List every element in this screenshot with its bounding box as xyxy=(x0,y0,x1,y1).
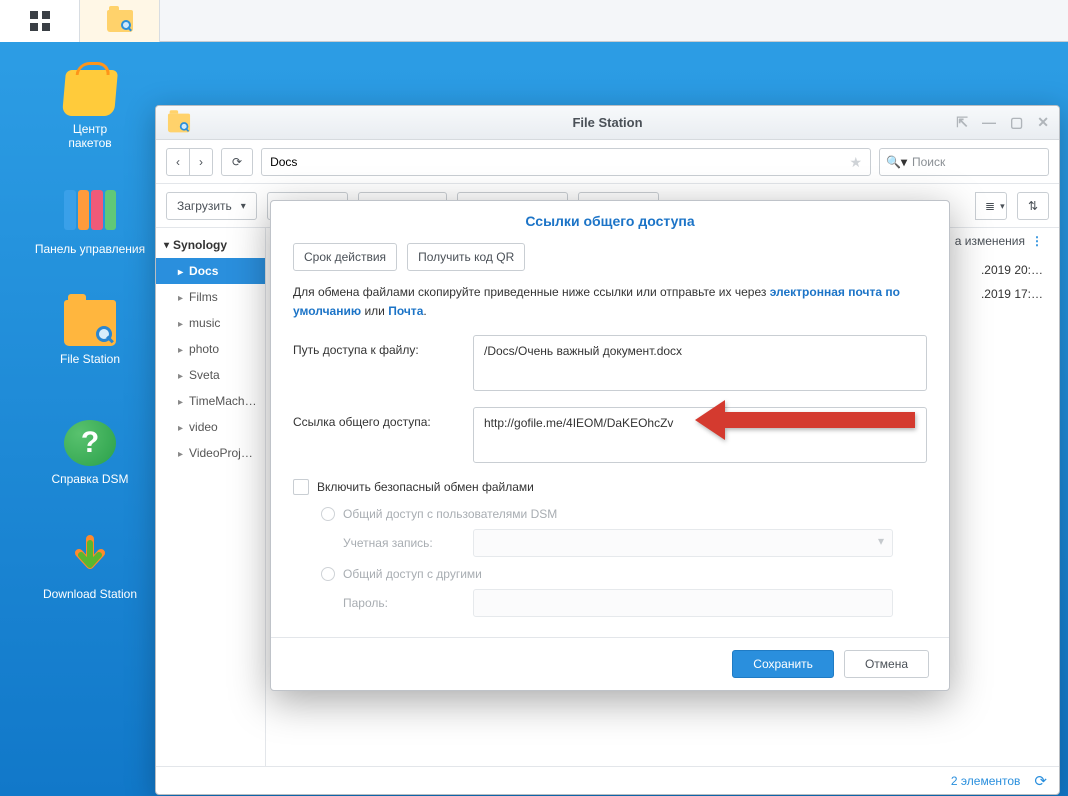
shopping-bag-icon xyxy=(62,70,118,116)
label: Центр пакетов xyxy=(40,122,140,150)
chevron-right-icon: › xyxy=(199,155,203,169)
taskbar xyxy=(0,0,1068,42)
file-path-value[interactable]: /Docs/Очень важный документ.docx xyxy=(473,335,927,391)
navigation-toolbar: ‹ › ⟳ Docs ★ 🔍▾ Поиск xyxy=(156,140,1059,184)
share-dsm-label: Общий доступ с пользователями DSM xyxy=(343,507,557,521)
folder-search-icon xyxy=(168,113,190,132)
column-menu-icon[interactable]: ⋮ xyxy=(1031,234,1043,248)
annotation-arrow xyxy=(695,395,915,450)
path-value: Docs xyxy=(270,155,297,169)
share-dsm-radio xyxy=(321,507,335,521)
file-path-label: Путь доступа к файлу: xyxy=(293,335,473,357)
qr-button[interactable]: Получить код QR xyxy=(407,243,525,271)
search-input[interactable]: 🔍▾ Поиск xyxy=(879,148,1049,176)
tree-item-sveta[interactable]: Sveta xyxy=(156,362,265,388)
tree-root[interactable]: Synology xyxy=(156,232,265,258)
account-label: Учетная запись: xyxy=(343,536,463,550)
download-arrow-icon xyxy=(64,535,116,581)
secure-sharing-label: Включить безопасный обмен файлами xyxy=(317,480,534,494)
window-maximize-icon[interactable]: ▢ xyxy=(1010,114,1023,131)
sort-button[interactable]: ⇅ xyxy=(1017,192,1049,220)
nav-refresh-button[interactable]: ⟳ xyxy=(221,148,253,176)
desktop-icon-download-station[interactable]: Download Station xyxy=(10,535,170,601)
desktop-icon-help[interactable]: ? Справка DSM xyxy=(40,420,140,486)
upload-button[interactable]: Загрузить xyxy=(166,192,257,220)
share-others-label: Общий доступ с другими xyxy=(343,567,482,581)
password-input xyxy=(473,589,893,617)
sort-icon: ⇅ xyxy=(1028,199,1038,213)
save-button[interactable]: Сохранить xyxy=(732,650,834,678)
secure-sharing-checkbox[interactable] xyxy=(293,479,309,495)
taskbar-filestation-button[interactable] xyxy=(80,0,160,42)
tree-item-videoproject[interactable]: VideoProje… xyxy=(156,440,265,466)
path-input[interactable]: Docs ★ xyxy=(261,148,871,176)
column-header-modified[interactable]: а изменения ⋮ xyxy=(951,228,1047,254)
label: Панель управления xyxy=(10,242,170,256)
window-title: File Station xyxy=(572,115,642,130)
window-close-icon[interactable]: ✕ xyxy=(1037,114,1049,131)
file-row-date[interactable]: .2019 17:… xyxy=(977,282,1047,306)
dialog-info-text: Для обмена файлами скопируйте приведенны… xyxy=(293,283,927,321)
refresh-icon: ⟳ xyxy=(232,155,242,169)
help-icon: ? xyxy=(64,420,116,466)
share-others-radio xyxy=(321,567,335,581)
window-titlebar[interactable]: File Station ⇱ — ▢ ✕ xyxy=(156,106,1059,140)
status-count: 2 элементов xyxy=(951,774,1021,788)
password-label: Пароль: xyxy=(343,596,463,610)
star-icon[interactable]: ★ xyxy=(849,154,862,171)
expiry-button[interactable]: Срок действия xyxy=(293,243,397,271)
list-icon: ≣ xyxy=(985,199,995,213)
taskbar-apps-button[interactable] xyxy=(0,0,80,42)
nav-back-button[interactable]: ‹ xyxy=(166,148,190,176)
view-list-button[interactable]: ≣▾ xyxy=(975,192,1007,220)
nav-forward-button[interactable]: › xyxy=(189,148,213,176)
status-bar: 2 элементов ⟳ xyxy=(156,766,1059,794)
desktop-icon-control-panel[interactable]: Панель управления xyxy=(10,190,170,256)
label: Download Station xyxy=(10,587,170,601)
cancel-button[interactable]: Отмена xyxy=(844,650,929,678)
folder-search-icon xyxy=(107,10,133,32)
file-row-date[interactable]: .2019 20:… xyxy=(977,258,1047,282)
folder-search-icon xyxy=(64,300,116,346)
search-placeholder: Поиск xyxy=(912,155,945,169)
desktop-icon-package-center[interactable]: Центр пакетов xyxy=(40,70,140,150)
tree-item-music[interactable]: music xyxy=(156,310,265,336)
chevron-left-icon: ‹ xyxy=(176,155,180,169)
window-minimize-icon[interactable]: — xyxy=(982,114,996,131)
apps-grid-icon xyxy=(30,11,50,31)
tree-item-video[interactable]: video xyxy=(156,414,265,440)
control-panel-icon xyxy=(64,190,116,236)
share-link-label: Ссылка общего доступа: xyxy=(293,407,473,429)
folder-tree: Synology Docs Films music photo Sveta Ti… xyxy=(156,228,266,766)
search-icon: 🔍▾ xyxy=(886,155,907,169)
tree-item-photo[interactable]: photo xyxy=(156,336,265,362)
window-pin-icon[interactable]: ⇱ xyxy=(956,114,968,131)
account-select: ▾ xyxy=(473,529,893,557)
label: Справка DSM xyxy=(40,472,140,486)
label: File Station xyxy=(40,352,140,366)
tree-item-films[interactable]: Films xyxy=(156,284,265,310)
desktop-icon-file-station[interactable]: File Station xyxy=(40,300,140,366)
tree-item-timemachine[interactable]: TimeMachi… xyxy=(156,388,265,414)
mail-app-link[interactable]: Почта xyxy=(388,304,423,318)
status-refresh-icon[interactable]: ⟳ xyxy=(1034,772,1047,790)
tree-item-docs[interactable]: Docs xyxy=(156,258,265,284)
dialog-title: Ссылки общего доступа xyxy=(271,201,949,237)
